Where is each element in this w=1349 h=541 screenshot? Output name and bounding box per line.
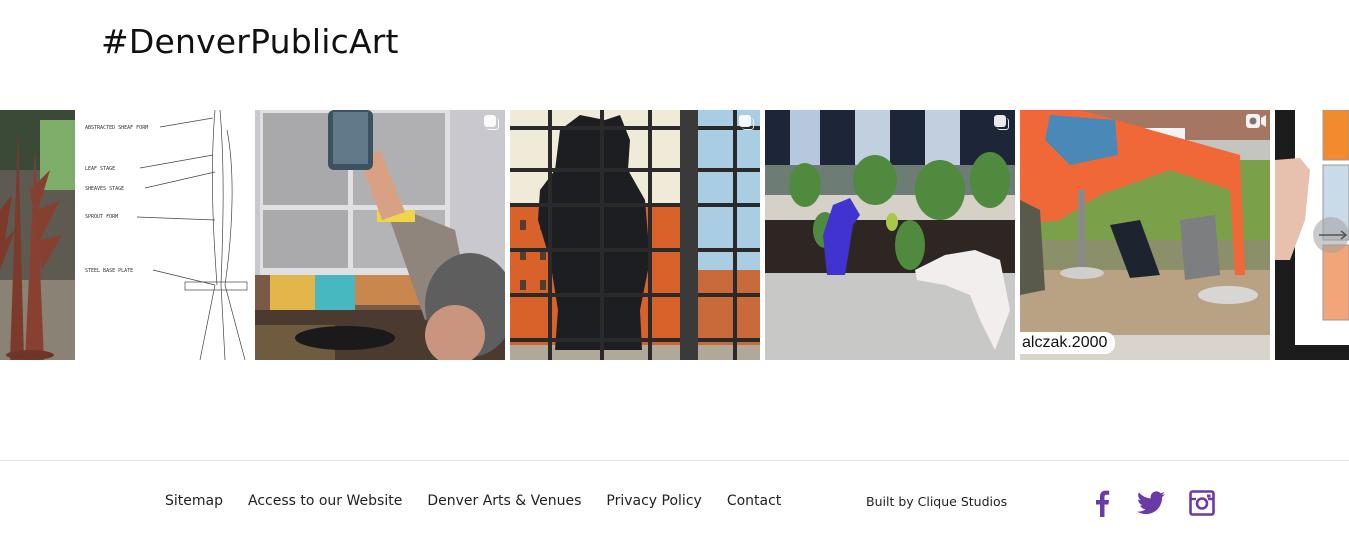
sketch-label: LEAF STAGE [85, 166, 115, 172]
footer-nav: Sitemap Access to our Website Denver Art… [165, 493, 806, 509]
feed-item[interactable]: alczak.2000 [1020, 110, 1270, 360]
footer-divider [0, 460, 1349, 461]
twitter-icon [1137, 491, 1165, 515]
instagram-link[interactable] [1187, 488, 1217, 518]
footer-link-contact[interactable]: Contact [727, 493, 781, 509]
sketch-label: ABSTRACTED SHEAF FORM [85, 125, 148, 131]
username-badge: alczak.2000 [1020, 332, 1116, 354]
footer-link-sitemap[interactable]: Sitemap [165, 493, 223, 509]
facebook-icon [1096, 490, 1110, 517]
feed-item[interactable] [0, 110, 75, 360]
sketch-label: SHEAVES STAGE [85, 186, 124, 192]
multiple-images-icon [994, 115, 1009, 130]
footer-link-accessibility[interactable]: Access to our Website [248, 493, 402, 509]
facebook-link[interactable] [1092, 488, 1112, 518]
feed-image-orange-sculpture [1020, 110, 1270, 360]
feed-image-blue-bear [510, 110, 760, 360]
feed-item[interactable]: ABSTRACTED SHEAF FORM LEAF STAGE SHEAVES… [75, 110, 250, 360]
sketch-label: SPROUT FORM [85, 214, 118, 220]
twitter-link[interactable] [1136, 488, 1166, 518]
multiple-images-icon [739, 115, 754, 130]
instagram-icon [1189, 490, 1215, 516]
feed-image-event [255, 110, 505, 360]
footer-link-privacy-policy[interactable]: Privacy Policy [606, 493, 701, 509]
feed-image-garden [765, 110, 1015, 360]
feed-image-sketch: ABSTRACTED SHEAF FORM LEAF STAGE SHEAVES… [75, 110, 250, 360]
page-title: #DenverPublicArt [101, 22, 399, 61]
feed-item[interactable] [255, 110, 505, 360]
feed-image-sculpture [0, 110, 75, 360]
multiple-images-icon [229, 115, 244, 130]
arrow-right-icon [1319, 230, 1348, 240]
feed-item[interactable] [765, 110, 1015, 360]
feed-item[interactable] [510, 110, 760, 360]
carousel-next-button[interactable] [1313, 217, 1349, 253]
video-icon [1246, 114, 1266, 128]
instagram-feed-carousel: ABSTRACTED SHEAF FORM LEAF STAGE SHEAVES… [0, 110, 1349, 360]
built-by-credit[interactable]: Built by Clique Studios [866, 494, 1007, 509]
multiple-images-icon [484, 115, 499, 130]
footer-link-denver-arts-venues[interactable]: Denver Arts & Venues [427, 493, 581, 509]
sketch-label: STEEL BASE PLATE [85, 268, 133, 274]
